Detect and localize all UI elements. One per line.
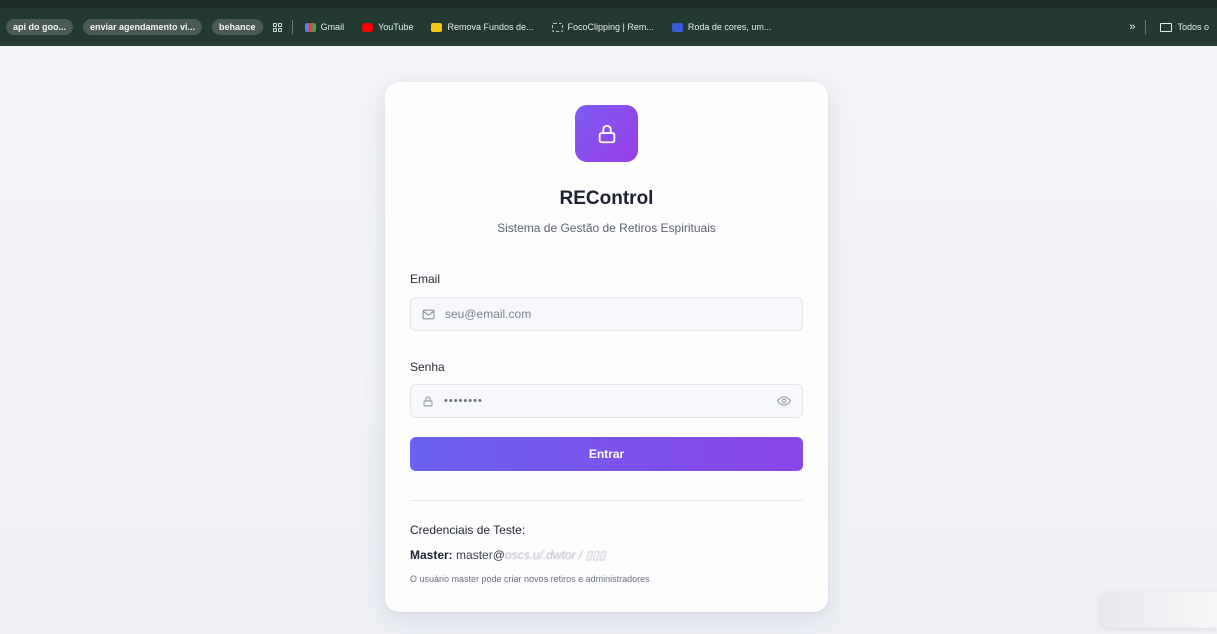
lock-small-icon	[423, 396, 433, 406]
removebg-icon	[431, 22, 443, 32]
bookmark-behance[interactable]: behance	[212, 19, 263, 35]
app-subtitle: Sistema de Gestão de Retiros Espirituais	[497, 221, 716, 235]
submit-button[interactable]: Entrar	[410, 437, 803, 471]
color-wheel-icon	[671, 22, 683, 32]
password-label: Senha	[410, 360, 445, 374]
app-logo	[575, 105, 638, 162]
password-field[interactable]: ••••••••	[410, 384, 803, 418]
password-value: ••••••••	[444, 395, 483, 407]
eye-icon[interactable]	[777, 395, 791, 407]
bookmarks-bar: api do goo... enviar agendamento vi... b…	[0, 0, 1217, 46]
master-credentials-obscured: oscs.u/.dwtor / ▯▯▯	[504, 548, 606, 562]
gmail-icon	[304, 22, 316, 32]
folder-icon	[1160, 22, 1173, 32]
bookmark-enviar-agendamento[interactable]: enviar agendamento vi...	[83, 19, 203, 35]
bookmark-api-do-google[interactable]: api do goo...	[6, 19, 73, 35]
bookmark-gmail[interactable]: Gmail	[301, 19, 349, 35]
master-email: master@	[456, 548, 505, 562]
apps-grid-icon[interactable]	[272, 22, 282, 32]
bookmark-fococlipping[interactable]: FocoClipping | Rem...	[548, 19, 658, 35]
bookmarks-separator	[291, 20, 293, 34]
app-title: REControl	[559, 188, 654, 209]
master-note: O usuário master pode criar novos retiro…	[410, 574, 650, 584]
bookmark-remova-fundos[interactable]: Remova Fundos de...	[427, 19, 537, 35]
login-card: REControl Sistema de Gestão de Retiros E…	[385, 82, 828, 612]
master-credentials: Master: master@oscs.u/.dwtor / ▯▯▯	[410, 548, 605, 562]
email-field[interactable]: seu@email.com	[410, 297, 803, 331]
lock-icon	[598, 124, 615, 143]
bookmarks-overflow-button[interactable]: »	[1129, 21, 1135, 33]
bookmark-roda-de-cores[interactable]: Roda de cores, um...	[668, 19, 776, 35]
all-bookmarks-button[interactable]: Todos o	[1156, 19, 1213, 35]
master-label: Master:	[410, 548, 453, 562]
youtube-icon	[362, 22, 374, 32]
mail-icon	[422, 309, 435, 319]
section-divider	[410, 500, 803, 501]
credentials-title: Credenciais de Teste:	[410, 523, 526, 537]
email-placeholder: seu@email.com	[445, 307, 532, 321]
bookmarks-separator-right	[1145, 20, 1147, 34]
bookmarks-right: » Todos o	[1129, 8, 1213, 46]
bookmark-youtube[interactable]: YouTube	[358, 19, 417, 35]
floating-widget[interactable]	[1100, 592, 1217, 628]
email-label: Email	[410, 272, 441, 286]
fococlipping-icon	[551, 22, 563, 32]
